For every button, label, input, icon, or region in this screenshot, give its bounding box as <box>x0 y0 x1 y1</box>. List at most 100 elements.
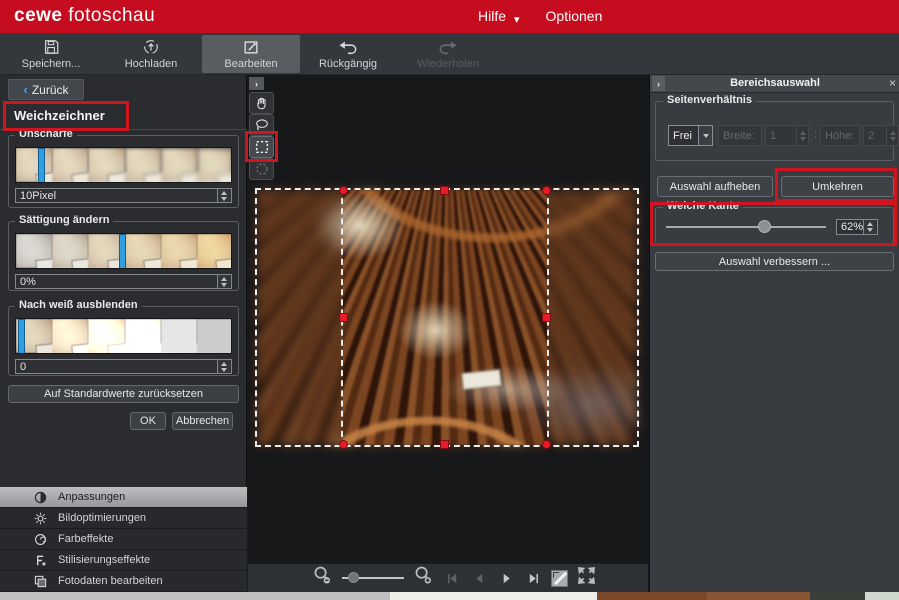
options-menu[interactable]: Optionen <box>546 8 603 24</box>
category-farbeffekte[interactable]: Farbeffekte <box>0 529 247 550</box>
image-canvas[interactable]: › <box>248 75 648 592</box>
selection-handle-bottom-center[interactable] <box>440 440 449 449</box>
selection-handle-middle-right[interactable] <box>542 313 551 322</box>
selection-handle-top-right[interactable] <box>542 186 551 195</box>
rect-select-icon <box>254 139 270 155</box>
dropdown-arrow-icon[interactable] <box>699 125 713 146</box>
edit-button[interactable]: Bearbeiten <box>202 35 300 73</box>
filmstrip-thumb[interactable] <box>161 234 197 268</box>
blur-spinner[interactable] <box>217 189 230 202</box>
ellipse-select-tool-button[interactable] <box>249 158 274 180</box>
filmstrip-thumb[interactable] <box>125 148 161 182</box>
improve-selection-button[interactable]: Auswahl verbessern ... <box>655 252 894 271</box>
fade-spinner[interactable] <box>217 360 230 373</box>
filmstrip-thumbnail-sliver[interactable] <box>390 592 597 600</box>
clear-selection-button[interactable]: Auswahl aufheben <box>657 176 773 197</box>
filmstrip-thumbnail-sliver[interactable] <box>597 592 707 600</box>
filmstrip-thumb[interactable] <box>52 319 88 353</box>
spin-up-icon[interactable] <box>867 222 873 226</box>
photo[interactable] <box>257 190 637 445</box>
filmstrip-thumb[interactable] <box>88 319 124 353</box>
spin-up-icon[interactable] <box>221 191 227 195</box>
help-menu[interactable]: Hilfe <box>478 8 506 24</box>
tool-panel-expand-button[interactable]: › <box>249 77 264 90</box>
saturation-preset-filmstrip[interactable] <box>15 233 232 269</box>
selection-handle-bottom-right[interactable] <box>542 440 551 449</box>
spin-down-icon[interactable] <box>221 368 227 372</box>
saturation-group: Sättigung ändern 0% <box>8 221 239 291</box>
last-photo-button[interactable] <box>524 569 542 587</box>
blur-value-input[interactable]: 10Pixel <box>15 188 232 203</box>
selection-handle-bottom-left[interactable] <box>339 440 348 449</box>
filmstrip-thumb[interactable] <box>52 148 88 182</box>
compare-edit-icon[interactable] <box>551 570 568 587</box>
saturation-value-input[interactable]: 0% <box>15 274 232 289</box>
category-bildoptimierungen[interactable]: Bildoptimierungen <box>0 508 247 529</box>
invert-selection-button[interactable]: Umkehren <box>781 176 894 197</box>
saturation-spinner[interactable] <box>217 275 230 288</box>
zoom-slider-thumb[interactable] <box>348 572 359 583</box>
fade-preset-filmstrip[interactable] <box>15 318 232 354</box>
filmstrip-thumb[interactable] <box>88 148 124 182</box>
next-photo-button[interactable] <box>497 569 515 587</box>
back-button[interactable]: ‹ Zurück <box>8 79 84 100</box>
upload-button[interactable]: Hochladen <box>102 35 200 73</box>
spin-up-icon[interactable] <box>221 362 227 366</box>
filmstrip-thumb[interactable] <box>197 234 232 268</box>
titlebar: cewe fotoschau Hilfe ▾ Optionen <box>0 0 899 33</box>
cancel-button[interactable]: Abbrechen <box>172 412 233 430</box>
height-label: Höhe: <box>820 125 860 146</box>
spin-up-icon[interactable] <box>221 277 227 281</box>
feather-value-input[interactable]: 62% <box>836 219 878 235</box>
rect-select-tool-button[interactable] <box>249 136 274 158</box>
blur-position-indicator[interactable] <box>38 148 45 183</box>
reset-defaults-button[interactable]: Auf Standardwerte zurücksetzen <box>8 385 239 403</box>
chevron-down-icon[interactable]: ▾ <box>514 13 520 26</box>
spin-down-icon[interactable] <box>221 283 227 287</box>
filmstrip-thumb[interactable] <box>16 234 52 268</box>
selection-handle-top-left[interactable] <box>339 186 348 195</box>
filmstrip-thumb[interactable] <box>52 234 88 268</box>
feather-slider-track[interactable] <box>666 226 826 228</box>
filmstrip-thumb[interactable] <box>161 148 197 182</box>
close-icon[interactable]: × <box>889 76 896 90</box>
pan-tool-button[interactable] <box>249 92 274 114</box>
filmstrip-thumb[interactable] <box>125 319 161 353</box>
blur-preset-filmstrip[interactable] <box>15 147 232 183</box>
saturation-group-label: Sättigung ändern <box>15 214 113 226</box>
filmstrip-thumb[interactable] <box>16 148 52 182</box>
selection-region[interactable] <box>343 190 547 445</box>
selection-handle-top-center[interactable] <box>440 186 449 195</box>
filmstrip-thumb[interactable] <box>197 319 232 353</box>
selection-handle-middle-left[interactable] <box>339 313 348 322</box>
color-swirl-icon <box>34 533 47 546</box>
contrast-icon <box>34 491 47 504</box>
spin-down-icon[interactable] <box>867 228 873 232</box>
filmstrip-thumbnail-sliver[interactable] <box>865 592 899 600</box>
fade-value-input[interactable]: 0 <box>15 359 232 374</box>
cewe-fotoschau-window: cewe fotoschau Hilfe ▾ Optionen Speicher… <box>0 0 899 600</box>
category-fotodaten-bearbeiten[interactable]: Fotodaten bearbeiten <box>0 571 247 592</box>
undo-button[interactable]: Rückgängig <box>299 35 397 73</box>
filmstrip-thumbnail-sliver[interactable] <box>707 592 810 600</box>
filmstrip-thumbnail-sliver[interactable] <box>810 592 865 600</box>
category-anpassungen[interactable]: Anpassungen <box>0 487 247 508</box>
filmstrip-thumb[interactable] <box>125 234 161 268</box>
zoom-in-button[interactable] <box>413 565 434 591</box>
ellipse-select-icon <box>254 161 270 177</box>
fullscreen-button[interactable] <box>577 566 596 590</box>
feather-slider-thumb[interactable] <box>758 220 771 233</box>
spin-down-icon[interactable] <box>221 197 227 201</box>
zoom-slider[interactable] <box>342 571 404 585</box>
saturation-position-indicator[interactable] <box>119 234 126 269</box>
category-stilisierungseffekte[interactable]: Stilisierungseffekte <box>0 550 247 571</box>
filmstrip-thumb[interactable] <box>161 319 197 353</box>
lasso-tool-button[interactable] <box>249 114 274 136</box>
aspect-mode-dropdown[interactable]: Frei <box>668 125 713 146</box>
feather-spinner[interactable] <box>863 220 876 234</box>
fade-position-indicator[interactable] <box>18 319 25 354</box>
filmstrip-thumb[interactable] <box>197 148 232 182</box>
ok-button[interactable]: OK <box>130 412 166 430</box>
save-button[interactable]: Speichern... <box>2 35 100 73</box>
zoom-out-button[interactable] <box>312 565 333 591</box>
